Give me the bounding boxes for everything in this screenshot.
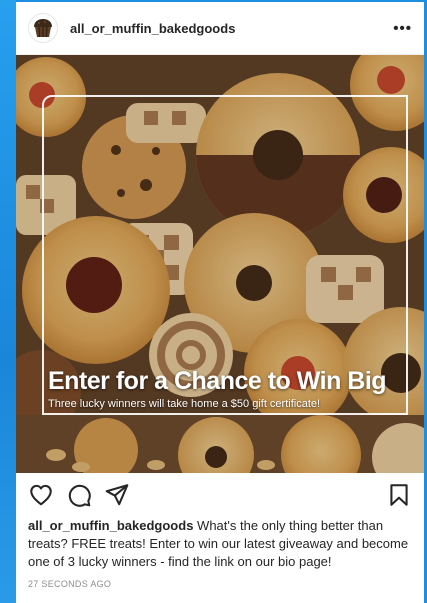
muffin-icon <box>34 19 52 38</box>
heart-icon[interactable] <box>28 482 54 508</box>
post-actions-bar <box>16 473 424 517</box>
instagram-post-card: all_or_muffin_bakedgoods ••• Enter for a… <box>16 2 424 603</box>
avatar[interactable] <box>28 13 58 43</box>
post-header: all_or_muffin_bakedgoods ••• <box>16 2 424 55</box>
post-timestamp[interactable]: 27 SECONDS AGO <box>16 571 424 589</box>
post-image[interactable]: Enter for a Chance to Win Big Three luck… <box>16 55 424 473</box>
paper-plane-icon[interactable] <box>104 482 130 508</box>
image-subline: Three lucky winners will take home a $50… <box>48 398 321 410</box>
comment-bubble-icon[interactable] <box>66 482 92 508</box>
caption-username[interactable]: all_or_muffin_bakedgoods <box>28 518 193 533</box>
image-headline: Enter for a Chance to Win Big <box>48 367 387 395</box>
bookmark-icon[interactable] <box>386 482 412 508</box>
post-caption: all_or_muffin_bakedgoods What's the only… <box>16 517 424 571</box>
desktop-background-left <box>0 0 16 603</box>
post-username[interactable]: all_or_muffin_bakedgoods <box>70 21 235 36</box>
more-options-button[interactable]: ••• <box>393 20 412 37</box>
